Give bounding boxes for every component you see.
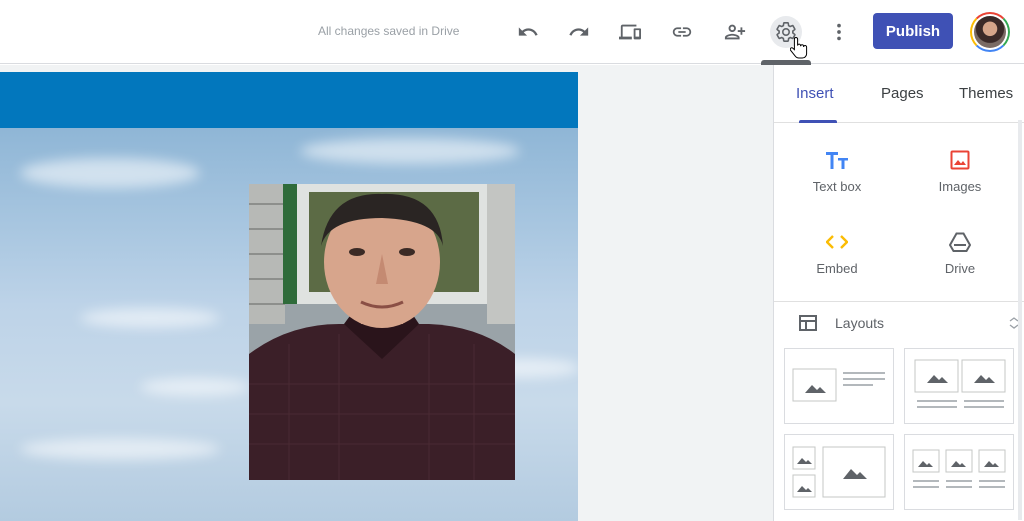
insert-text-box[interactable]: Text box — [782, 147, 892, 217]
top-bar: All changes saved in Drive Publish — [0, 0, 1024, 64]
drive-icon — [905, 229, 1015, 255]
layouts-header[interactable]: Layouts — [799, 311, 1019, 335]
publish-button[interactable]: Publish — [873, 13, 953, 49]
tab-themes[interactable]: Themes — [959, 85, 1013, 102]
avatar[interactable] — [970, 12, 1010, 52]
panel-divider — [774, 301, 1024, 302]
insert-images[interactable]: Images — [905, 147, 1015, 217]
panel-scrollbar[interactable] — [1018, 120, 1022, 520]
insert-embed[interactable]: Embed — [782, 229, 892, 299]
layout-option-3[interactable] — [784, 434, 894, 510]
active-tab-indicator — [799, 120, 837, 123]
share-icon[interactable] — [719, 16, 751, 48]
link-icon[interactable] — [666, 16, 698, 48]
undo-icon[interactable] — [512, 16, 544, 48]
embed-icon — [782, 229, 892, 255]
text-box-icon — [782, 147, 892, 173]
tab-insert[interactable]: Insert — [796, 85, 834, 102]
right-side-panel: Insert Pages Themes Text box Images Embe… — [773, 65, 1024, 521]
hand-cursor-icon — [790, 36, 808, 59]
images-icon — [905, 147, 1015, 173]
layout-option-2[interactable] — [904, 348, 1014, 424]
more-vert-icon[interactable] — [823, 16, 855, 48]
layout-option-4[interactable] — [904, 434, 1014, 510]
profile-photo[interactable] — [249, 184, 515, 480]
redo-icon[interactable] — [563, 16, 595, 48]
tab-pages[interactable]: Pages — [881, 85, 924, 102]
page-header-banner[interactable] — [0, 72, 578, 128]
save-status: All changes saved in Drive — [318, 24, 460, 38]
panel-tabs: Insert Pages Themes — [774, 65, 1024, 123]
preview-icon[interactable] — [614, 16, 646, 48]
layouts-icon — [799, 315, 817, 331]
layout-option-1[interactable] — [784, 348, 894, 424]
insert-drive[interactable]: Drive — [905, 229, 1015, 299]
